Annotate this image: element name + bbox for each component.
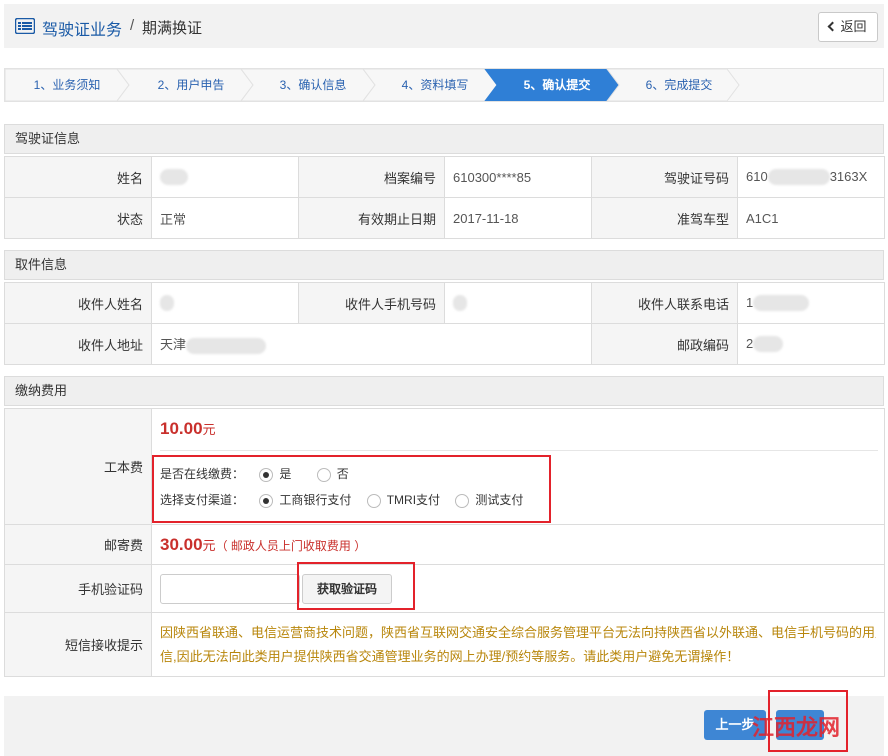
- sms-code-cell: 获取验证码: [151, 564, 885, 613]
- page-title[interactable]: 驾驶证业务: [42, 16, 122, 40]
- recipient-phone-value: [444, 282, 592, 324]
- status-value: 正常: [151, 197, 299, 239]
- address-value: 天津: [151, 323, 592, 365]
- postcode-prefix: 2: [746, 335, 754, 351]
- cost-amount: 10.00: [160, 419, 203, 438]
- recipient-tel-prefix: 1: [746, 294, 754, 310]
- postage-label: 邮寄费: [4, 524, 152, 565]
- cost-unit: 元: [202, 422, 216, 437]
- recipient-phone-label: 收件人手机号码: [298, 282, 445, 324]
- site-watermark: 江西龙网: [752, 715, 841, 741]
- redacted-mark: [160, 295, 174, 312]
- postage-amount: 30.00: [160, 534, 203, 554]
- license-section-title: 驾驶证信息: [4, 124, 884, 154]
- expiry-value: 2017-11-18: [444, 197, 592, 239]
- recipient-tel-label: 收件人联系电话: [591, 282, 738, 324]
- list-icon: [15, 18, 35, 34]
- name-label: 姓名: [4, 156, 152, 198]
- recipient-name-label: 收件人姓名: [4, 282, 152, 324]
- redacted-mark: [453, 295, 467, 312]
- file-no-value: 610300****85: [444, 156, 592, 198]
- name-value: [151, 156, 299, 198]
- expiry-label: 有效期止日期: [298, 197, 445, 239]
- redacted-mark: [753, 295, 810, 312]
- address-prefix: 天津: [160, 337, 187, 353]
- recipient-name-value: [151, 282, 299, 324]
- sms-notice-text: 因陕西省联通、电信运营商技术问题，陕西省互联网交通安全综合服务管理平台无法向持陕…: [151, 612, 885, 677]
- vehicle-type-label: 准驾车型: [591, 197, 738, 239]
- license-no-label: 驾驶证号码: [591, 156, 738, 198]
- file-no-label: 档案编号: [298, 156, 445, 198]
- chevron-left-icon: [828, 21, 838, 32]
- address-label: 收件人地址: [4, 323, 152, 365]
- step-2: 2、用户申告: [157, 78, 225, 92]
- step-1: 1、业务须知: [33, 78, 101, 92]
- postage-note: （ 邮政人员上门收取费用 ）: [215, 538, 367, 553]
- step-3: 3、确认信息: [279, 78, 347, 92]
- recipient-tel-value: 1: [737, 282, 885, 324]
- sms-notice-line-2: 信,因此无法向此类用户提供陕西省交通管理业务的网上办理/预约等服务。请此类用户避…: [160, 648, 740, 664]
- step-6: 6、完成提交: [645, 78, 713, 92]
- redacted-mark: [160, 169, 188, 186]
- fee-table: 工本费 10.00元 是否在线缴费： 是 否 选择支付渠道： 工商银行支付 TM…: [4, 408, 885, 677]
- redacted-mark: [186, 337, 267, 354]
- highlight-payment-box: [152, 455, 551, 523]
- step-4: 4、资料填写: [401, 78, 469, 92]
- license-info-table: 姓名 档案编号 610300****85 驾驶证号码 610 3163X 状态 正…: [4, 156, 885, 239]
- license-no-prefix: 610: [746, 168, 768, 184]
- status-label: 状态: [4, 197, 152, 239]
- highlight-code-box: [297, 562, 415, 610]
- page-header: 驾驶证业务 / 期满换证 返回: [4, 4, 884, 48]
- back-label: 返回: [840, 19, 867, 34]
- sms-notice-label: 短信接收提示: [4, 612, 152, 677]
- back-button[interactable]: 返回: [818, 12, 878, 42]
- sms-code-label: 手机验证码: [4, 564, 152, 613]
- sms-code-input[interactable]: [160, 573, 300, 604]
- postcode-label: 邮政编码: [591, 323, 738, 365]
- progress-steps: 1、业务须知 2、用户申告 3、确认信息 4、资料填写 5、确认提交 6、完成提…: [4, 68, 884, 102]
- redacted-mark: [753, 336, 784, 353]
- page-subtitle: 期满换证: [142, 20, 203, 37]
- sms-notice-line-1: 因陕西省联通、电信运营商技术问题，陕西省互联网交通安全综合服务管理平台无法向持陕…: [160, 624, 876, 640]
- fee-section-title: 缴纳费用: [4, 376, 884, 406]
- step-5: 5、确认提交: [523, 78, 591, 92]
- cost-label: 工本费: [4, 408, 152, 525]
- license-no-suffix: 3163X: [829, 168, 868, 184]
- pickup-info-table: 收件人姓名 收件人手机号码 收件人联系电话 1 收件人地址 天津 邮政编码 2: [4, 282, 885, 365]
- postage-cell: 30.00元（ 邮政人员上门收取费用 ）: [151, 524, 885, 565]
- license-no-value: 610 3163X: [737, 156, 885, 198]
- postcode-value: 2: [737, 323, 885, 365]
- cost-amount-row: 10.00元: [160, 419, 878, 451]
- redacted-mark: [767, 169, 830, 186]
- breadcrumb-separator: /: [130, 17, 135, 34]
- pickup-section-title: 取件信息: [4, 250, 884, 280]
- postage-unit: 元: [202, 537, 216, 553]
- vehicle-type-value: A1C1: [737, 197, 885, 239]
